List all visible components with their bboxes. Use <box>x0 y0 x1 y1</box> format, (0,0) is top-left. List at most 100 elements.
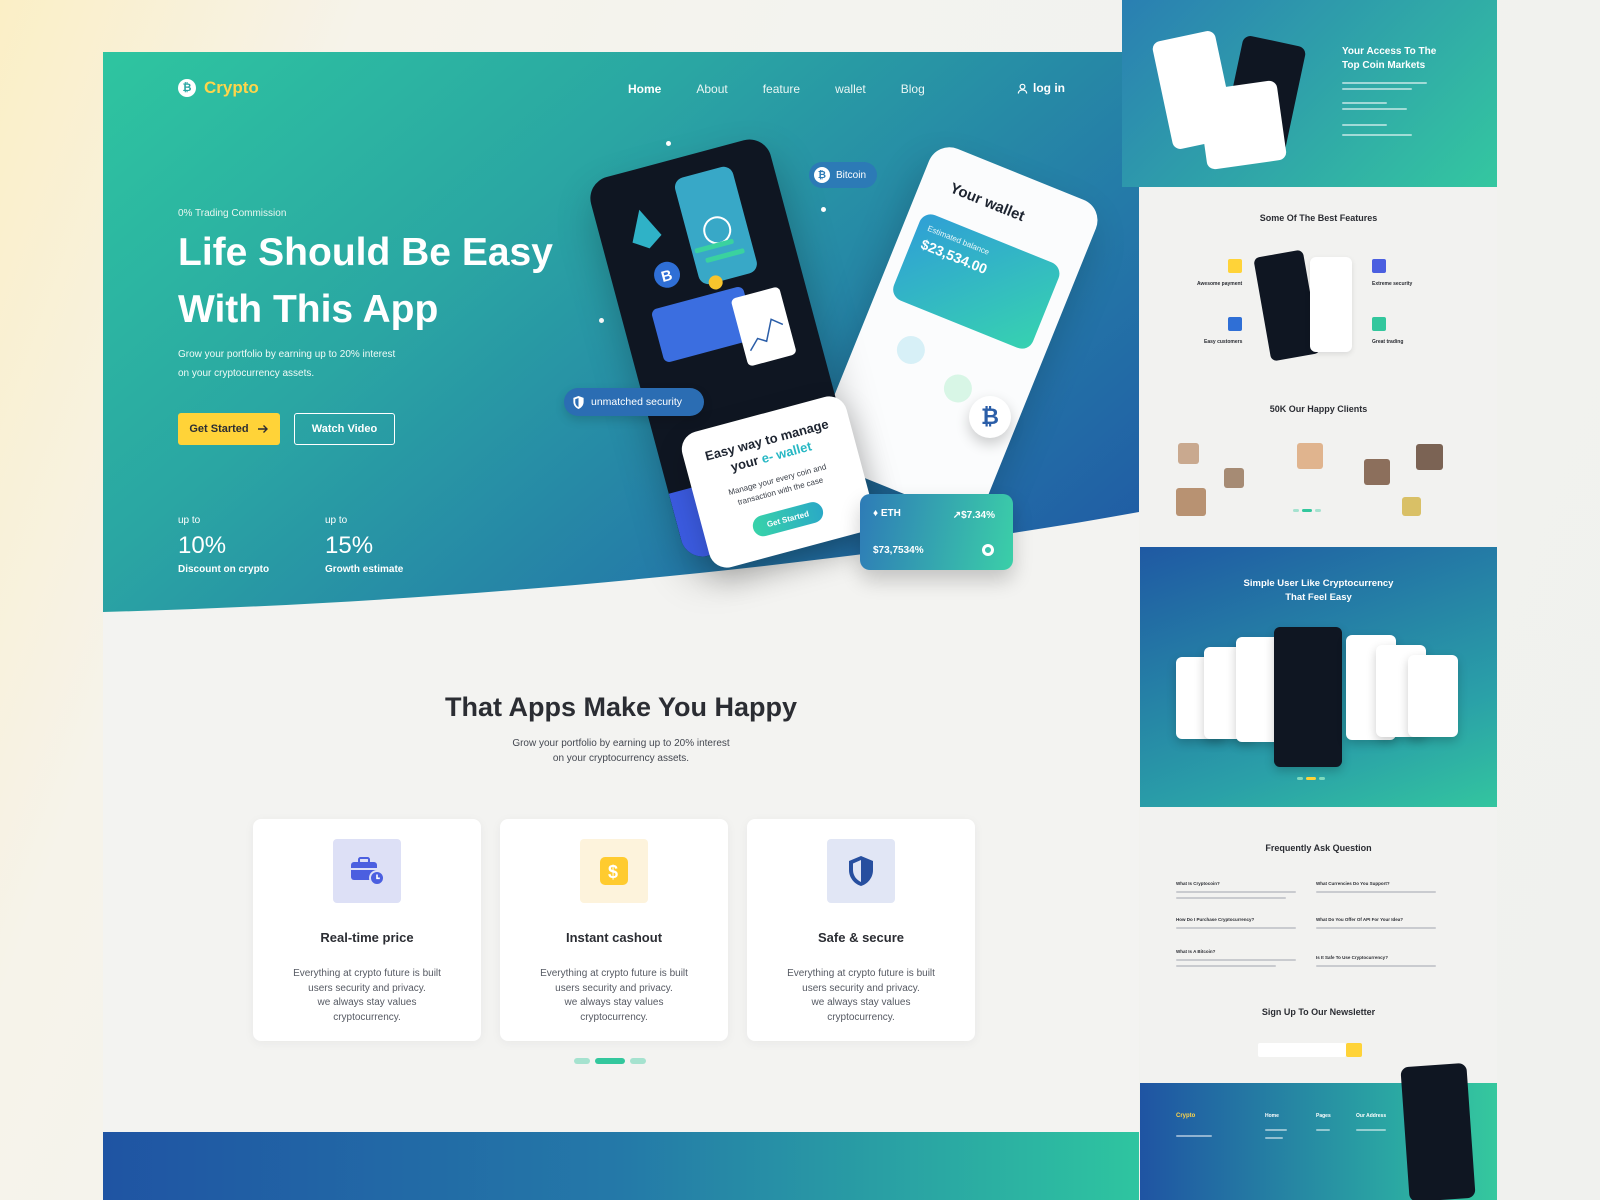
preview-phone <box>1400 1062 1476 1200</box>
card-desc-line: we always stay values <box>811 997 911 1008</box>
faq-question[interactable]: What Currencies Do You Support? <box>1316 881 1390 886</box>
card-desc-line: users security and privacy. <box>802 982 920 994</box>
preview-phone-center <box>1274 627 1342 767</box>
preview-text-line <box>1342 88 1412 90</box>
bitcoin-pill-label: Bitcoin <box>836 169 867 181</box>
watch-video-button[interactable]: Watch Video <box>294 413 395 445</box>
stat-caption: Growth estimate <box>325 564 404 575</box>
preview-footer-logo: Crypto <box>1176 1113 1196 1119</box>
svg-text:$: $ <box>608 862 618 882</box>
get-started-button[interactable]: Get Started <box>178 413 280 445</box>
eth-price-card: ♦ ETH ↗$7.34% $73,7534% <box>860 494 1013 570</box>
preview-faq-section: Frequently Ask Question What Is Cryptoco… <box>1140 807 1497 1200</box>
card-desc-line: cryptocurrency. <box>333 1011 401 1023</box>
pager-dot[interactable] <box>574 1058 590 1064</box>
nav-about[interactable]: About <box>696 82 727 96</box>
wallet-balance-card: Estimated balance $23,534.00 <box>889 210 1064 353</box>
get-started-label: Get Started <box>189 423 249 435</box>
ring-icon <box>982 544 994 556</box>
card-title: Safe & secure <box>818 930 904 945</box>
preview-simple-title-line: That Feel Easy <box>1285 592 1352 603</box>
swap-icon <box>939 370 977 407</box>
login-button[interactable]: log in <box>1017 81 1065 95</box>
preview-text-line <box>1342 102 1387 104</box>
user-icon <box>1017 83 1028 94</box>
manage-get-started-button[interactable]: Get Started <box>750 499 826 539</box>
client-avatar <box>1416 444 1443 470</box>
newsletter-submit-button[interactable] <box>1346 1043 1362 1057</box>
nav-feature[interactable]: feature <box>763 82 800 96</box>
nav-home[interactable]: Home <box>628 82 661 96</box>
preview-text-line <box>1342 134 1412 136</box>
send-icon <box>892 331 930 369</box>
faq-answer-line <box>1316 965 1436 967</box>
faq-answer-line <box>1176 965 1276 967</box>
footer-heading: Home <box>1265 1113 1279 1119</box>
faq-question[interactable]: How Do I Purchase Cryptocurrency? <box>1176 917 1254 922</box>
faq-question[interactable]: What Do You Offer Of API For Your Idea? <box>1316 917 1403 922</box>
card-desc-line: cryptocurrency. <box>580 1011 648 1023</box>
hero-desc-line-2: on your cryptocurrency assets. <box>178 368 315 379</box>
faq-answer-line <box>1176 927 1296 929</box>
faq-answer-line <box>1176 959 1296 961</box>
preview-text-line <box>1342 108 1407 110</box>
logo[interactable]: ₿ Crypto <box>178 78 259 98</box>
client-avatar <box>1178 443 1199 464</box>
feature-label: Extreme security <box>1372 281 1413 287</box>
card-desc-line: users security and privacy. <box>555 982 673 994</box>
footer-line <box>1265 1137 1283 1139</box>
feature-card-instant-cashout[interactable]: $ Instant cashout Everything at crypto f… <box>500 819 728 1041</box>
feature-card-realtime-price[interactable]: Real-time price Everything at crypto fut… <box>253 819 481 1041</box>
carousel-pager <box>574 1058 646 1064</box>
stat-caption: Discount on crypto <box>178 564 270 575</box>
shield-icon <box>827 839 895 903</box>
footer-heading: Pages <box>1316 1113 1331 1119</box>
preview-features-title: Some Of The Best Features <box>1259 213 1378 223</box>
preview-phone <box>1408 655 1458 737</box>
stat-upto: up to <box>178 515 201 526</box>
faq-answer-line <box>1316 927 1436 929</box>
preview-chart-card <box>1196 79 1288 171</box>
hero-title-line-1: Life Should Be Easy <box>178 231 553 274</box>
wallet-title: Your wallet <box>947 179 1027 226</box>
preview-access-title: Your Access To The Top Coin Markets <box>1342 46 1437 71</box>
hero-tagline: 0% Trading Commission <box>178 208 287 219</box>
preview-phone <box>1310 257 1352 352</box>
login-label: log in <box>1033 81 1065 95</box>
card-title: Instant cashout <box>565 930 663 945</box>
stat-discount: up to 10% Discount on crypto <box>178 515 269 575</box>
pager-dot[interactable] <box>630 1058 646 1064</box>
eth-value: $73,7534% <box>873 545 924 556</box>
section-description: Grow your portfolio by earning up to 20%… <box>103 736 1139 766</box>
card-desc-line: cryptocurrency. <box>827 1011 895 1023</box>
faq-question[interactable]: Is It Safe To Use Cryptocurrency? <box>1316 955 1388 960</box>
stat-upto: up to <box>325 515 348 526</box>
preview-features-section: Some Of The Best Features Awesome paymen… <box>1140 187 1497 547</box>
preview-simple-title-line: Simple User Like Cryptocurrency <box>1243 578 1394 589</box>
preview-access-section: Your Access To The Top Coin Markets <box>1122 0 1497 187</box>
nav-wallet[interactable]: wallet <box>835 82 866 96</box>
feature-card-safe-secure[interactable]: Safe & secure Everything at crypto futur… <box>747 819 975 1041</box>
arrow-right-icon <box>257 425 268 433</box>
stat-value: 15% <box>325 532 374 559</box>
feature-label: Easy customers <box>1204 339 1243 345</box>
preview-pager <box>1297 777 1325 780</box>
client-avatar <box>1364 459 1390 485</box>
client-avatar <box>1297 443 1323 469</box>
faq-question[interactable]: What Is Cryptocoin? <box>1176 881 1220 886</box>
customers-icon <box>1228 317 1242 331</box>
footer-line <box>1176 1135 1212 1137</box>
faq-question[interactable]: What Is A Bitcoin? <box>1176 949 1215 954</box>
card-title: Real-time price <box>320 930 414 945</box>
nav-blog[interactable]: Blog <box>901 82 925 96</box>
card-desc-line: users security and privacy. <box>308 982 426 994</box>
dollar-icon: $ <box>580 839 648 903</box>
faq-answer-line <box>1176 897 1286 899</box>
preview-pager <box>1293 509 1321 512</box>
newsletter-email-input[interactable] <box>1258 1043 1346 1057</box>
hero-description: Grow your portfolio by earning up to 20%… <box>178 345 448 383</box>
pager-dot-active[interactable] <box>595 1058 625 1064</box>
feature-label: Great trading <box>1372 339 1404 345</box>
hero-desc-line-1: Grow your portfolio by earning up to 20%… <box>178 349 396 360</box>
decor-dot <box>666 141 671 146</box>
